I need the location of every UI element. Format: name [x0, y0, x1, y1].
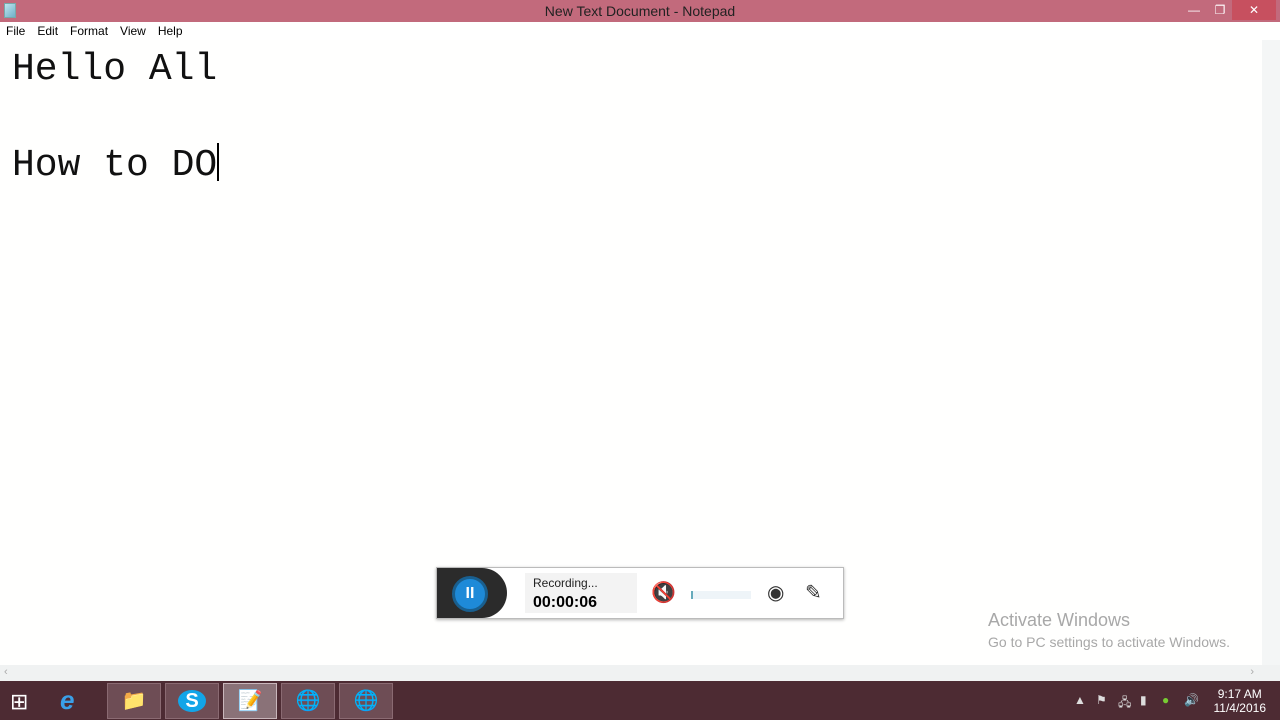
- network-icon[interactable]: 🖧: [1118, 693, 1131, 714]
- skype-icon[interactable]: S: [165, 683, 219, 719]
- menu-bar: File Edit Format View Help: [0, 22, 1280, 40]
- taskbar: ⊞ e 📁 S 📝 🌐 🌐 ▲ ⚑ 🖧 ▮ ● 🔊 9:17 AM 11/4/20…: [0, 681, 1280, 720]
- recording-status: Recording... 00:00:06: [525, 573, 637, 613]
- restore-button[interactable]: ❐: [1206, 0, 1234, 20]
- vertical-scrollbar[interactable]: [1262, 40, 1280, 665]
- battery-icon[interactable]: ▮: [1140, 693, 1147, 707]
- internet-explorer-icon[interactable]: e: [60, 685, 74, 716]
- scroll-right-icon[interactable]: ›: [1250, 666, 1254, 678]
- activate-windows-watermark: Activate Windows Go to PC settings to act…: [988, 610, 1230, 650]
- chrome-profile-icon[interactable]: 🌐: [339, 683, 393, 719]
- window-title: New Text Document - Notepad: [544, 3, 736, 19]
- title-bar: New Text Document - Notepad — ❐ ✕: [0, 0, 1280, 22]
- chrome-incognito-icon[interactable]: 🌐: [281, 683, 335, 719]
- watermark-sub: Go to PC settings to activate Windows.: [988, 634, 1230, 650]
- action-center-flag-icon[interactable]: ⚑: [1096, 693, 1107, 707]
- webcam-icon[interactable]: ◉: [767, 580, 784, 605]
- notepad-taskbar-icon[interactable]: 📝: [223, 683, 277, 719]
- clock[interactable]: 9:17 AM 11/4/2016: [1214, 687, 1267, 715]
- recording-label: Recording...: [533, 576, 598, 590]
- minimize-button[interactable]: —: [1180, 0, 1208, 20]
- menu-edit[interactable]: Edit: [31, 22, 64, 38]
- recorder-toolbar: II Recording... 00:00:06 🔇 ◉ ✎: [436, 567, 844, 619]
- mute-audio-icon[interactable]: 🔇: [651, 580, 676, 605]
- recording-timer: 00:00:06: [533, 594, 598, 611]
- text-caret: [217, 143, 220, 181]
- text-line: Hello All: [12, 48, 218, 91]
- volume-level[interactable]: [691, 591, 751, 599]
- recorder-pause-area: II: [437, 568, 507, 618]
- file-explorer-icon[interactable]: 📁: [107, 683, 161, 719]
- menu-file[interactable]: File: [0, 22, 31, 38]
- menu-view[interactable]: View: [114, 22, 152, 38]
- clock-time: 9:17 AM: [1217, 687, 1262, 701]
- show-hidden-icons[interactable]: ▲: [1074, 693, 1086, 707]
- scroll-left-icon[interactable]: ‹: [4, 666, 8, 678]
- start-windows-icon[interactable]: ⊞: [10, 689, 28, 715]
- watermark-heading: Activate Windows: [988, 610, 1131, 630]
- green-app-icon[interactable]: ●: [1162, 693, 1169, 707]
- text-line: [12, 94, 1250, 142]
- horizontal-scrollbar[interactable]: ‹ ›: [0, 665, 1280, 681]
- speaker-icon[interactable]: 🔊: [1184, 693, 1199, 707]
- clock-date: 11/4/2016: [1213, 701, 1267, 715]
- menu-help[interactable]: Help: [152, 22, 189, 38]
- pencil-icon[interactable]: ✎: [805, 580, 822, 605]
- pause-button[interactable]: II: [452, 576, 488, 612]
- text-line: How to DO: [12, 143, 220, 187]
- close-button[interactable]: ✕: [1232, 0, 1276, 20]
- menu-format[interactable]: Format: [64, 22, 114, 38]
